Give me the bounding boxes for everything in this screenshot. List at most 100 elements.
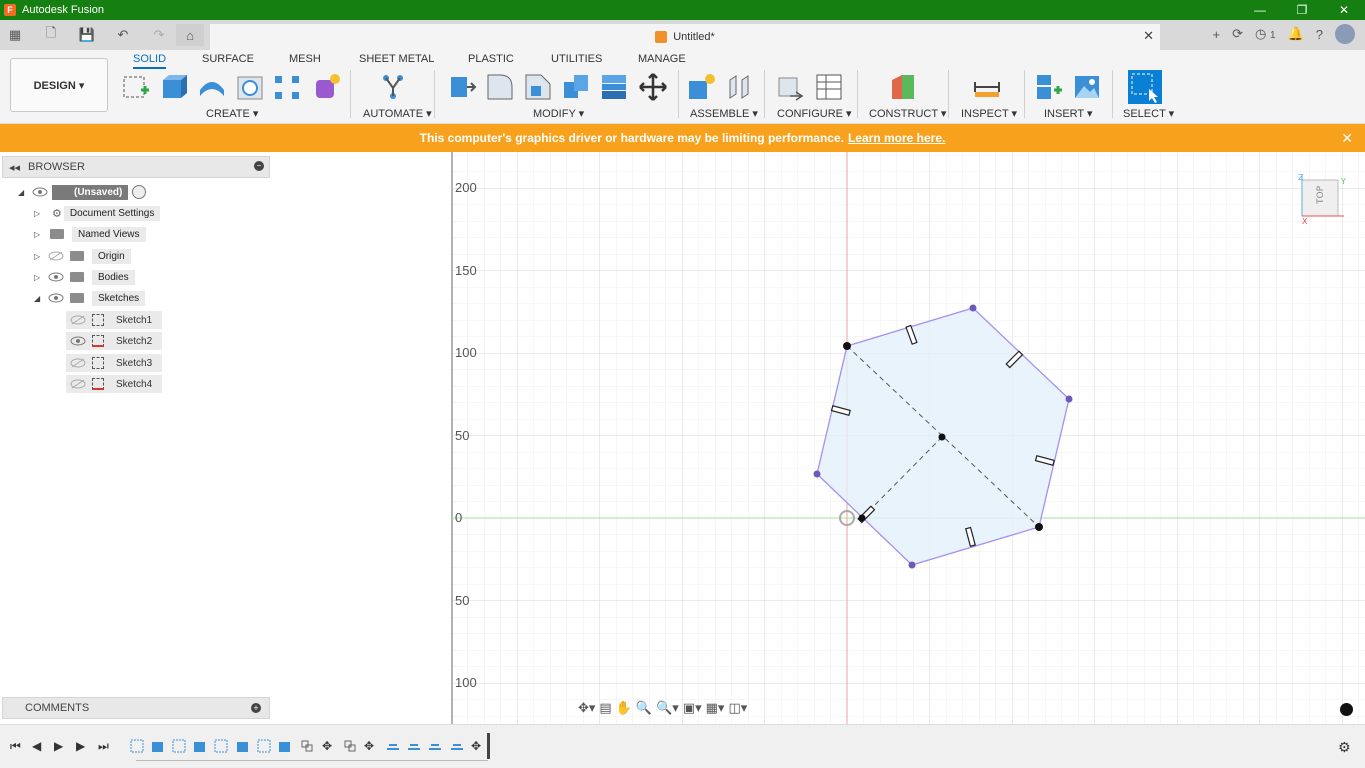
assemble-menu[interactable]: ASSEMBLE ▾: [690, 107, 758, 120]
display-settings-icon[interactable]: ▣▾: [683, 700, 702, 716]
browser-item-named-views[interactable]: ▷ Named Views: [34, 225, 146, 243]
offset-plane-icon[interactable]: [888, 72, 918, 102]
expand-icon[interactable]: ▷: [34, 252, 44, 261]
design-canvas[interactable]: [0, 152, 1365, 724]
automate-menu[interactable]: AUTOMATE ▾: [363, 107, 432, 120]
timeline-plane-icon[interactable]: [428, 739, 442, 753]
create-sketch-icon[interactable]: [121, 72, 151, 102]
move-copy-icon[interactable]: [638, 72, 668, 102]
configure-menu[interactable]: CONFIGURE ▾: [777, 107, 852, 120]
hole-icon[interactable]: [235, 72, 265, 102]
hidden-eye-icon[interactable]: [70, 379, 86, 389]
timeline-extrude-icon[interactable]: [278, 739, 292, 753]
pattern-icon[interactable]: [272, 72, 302, 102]
configure-icon[interactable]: [776, 72, 806, 102]
automate-icon[interactable]: [378, 72, 408, 102]
timeline-move-icon[interactable]: ✥: [364, 739, 374, 753]
browser-item-sketches[interactable]: ◢ Sketches: [34, 289, 146, 307]
press-pull-icon[interactable]: [447, 72, 477, 102]
view-cube[interactable]: Z Y X TOP: [1296, 172, 1352, 224]
insert-menu[interactable]: INSERT ▾: [1044, 107, 1093, 120]
expand-icon[interactable]: ▷: [34, 230, 44, 239]
hidden-eye-icon[interactable]: [70, 315, 86, 325]
joint-icon[interactable]: [724, 72, 754, 102]
create-form-icon[interactable]: [311, 72, 341, 102]
tab-plastic[interactable]: PLASTIC: [468, 53, 514, 65]
close-window-button[interactable]: ✕: [1323, 0, 1365, 20]
timeline-extrude-icon[interactable]: [236, 739, 250, 753]
sketch-item[interactable]: Sketch3: [66, 354, 162, 372]
zoom-window-icon[interactable]: 🔍▾: [656, 700, 679, 716]
workspace-switcher-button[interactable]: DESIGN ▾: [10, 58, 108, 112]
avatar[interactable]: [1335, 24, 1355, 44]
tab-utilities[interactable]: UTILITIES: [551, 53, 602, 65]
file-menu-icon[interactable]: 🗋: [40, 24, 62, 46]
tab-mesh[interactable]: MESH: [289, 53, 321, 65]
timeline-joint-icon[interactable]: [343, 739, 357, 753]
maximize-button[interactable]: ❐: [1281, 0, 1323, 20]
timeline-sketch-icon[interactable]: [172, 739, 186, 753]
go-to-start-icon[interactable]: ⏮: [10, 739, 21, 754]
browser-item-bodies[interactable]: ▷ Bodies: [34, 268, 135, 286]
timeline-settings-gear-icon[interactable]: ⚙: [1338, 739, 1351, 756]
timeline-move-icon[interactable]: ✥: [471, 739, 481, 753]
activate-radio-icon[interactable]: [132, 185, 147, 199]
new-component-icon[interactable]: [686, 72, 716, 102]
step-forward-icon[interactable]: ▶: [76, 739, 85, 753]
collapse-icon[interactable]: ◢: [18, 188, 28, 197]
collapse-icon[interactable]: ◢: [34, 294, 44, 303]
root-component-label[interactable]: (Unsaved): [52, 184, 129, 200]
sketch-item[interactable]: Sketch2: [66, 332, 162, 350]
select-icon[interactable]: [1127, 69, 1163, 105]
visibility-eye-icon[interactable]: [48, 272, 64, 282]
save-icon[interactable]: 💾: [76, 24, 98, 46]
visibility-eye-icon[interactable]: [32, 187, 48, 197]
fillet-icon[interactable]: [485, 72, 515, 102]
browser-item-document-settings[interactable]: ▷ ⚙ Document Settings: [34, 204, 161, 222]
new-tab-icon[interactable]: +: [1213, 27, 1221, 42]
modify-menu[interactable]: MODIFY ▾: [533, 107, 584, 120]
extensions-icon[interactable]: ⟳: [1232, 26, 1243, 42]
timeline-extrude-icon[interactable]: [193, 739, 207, 753]
timeline-plane-icon[interactable]: [450, 739, 464, 753]
configuration-table-icon[interactable]: [814, 72, 844, 102]
timeline-joint-icon[interactable]: [300, 739, 314, 753]
pan-icon[interactable]: ✋: [616, 700, 632, 716]
browser-root[interactable]: ◢ (Unsaved): [18, 183, 147, 201]
browser-item-origin[interactable]: ▷ Origin: [34, 247, 131, 265]
insert-derive-icon[interactable]: [1034, 72, 1064, 102]
grid-menu-icon[interactable]: ▦: [4, 24, 26, 46]
look-at-icon[interactable]: ▤: [599, 700, 611, 716]
go-to-end-icon[interactable]: ⏭: [98, 739, 109, 754]
expand-icon[interactable]: ▷: [34, 209, 44, 218]
document-tab[interactable]: Untitled* ✕: [210, 24, 1160, 50]
sketch-item[interactable]: Sketch1: [66, 311, 162, 329]
undo-icon[interactable]: ↶: [112, 24, 134, 46]
revolve-icon[interactable]: [197, 72, 227, 102]
texture-icon[interactable]: [1340, 703, 1353, 716]
timeline-move-icon[interactable]: ✥: [322, 739, 332, 753]
step-back-icon[interactable]: ◀: [32, 739, 41, 753]
timeline-plane-icon[interactable]: [407, 739, 421, 753]
comments-panel[interactable]: COMMENTS +: [2, 697, 270, 719]
timeline-sketch-icon[interactable]: [130, 739, 144, 753]
zoom-icon[interactable]: 🔍: [636, 700, 652, 716]
combine-icon[interactable]: [599, 72, 629, 102]
timeline-plane-icon[interactable]: [386, 739, 400, 753]
viewports-icon[interactable]: ◫▾: [728, 700, 747, 716]
tab-sheet-metal[interactable]: SHEET METAL: [359, 53, 434, 65]
create-menu[interactable]: CREATE ▾: [206, 107, 258, 120]
add-comment-icon[interactable]: +: [251, 703, 261, 713]
redo-icon[interactable]: ↷: [148, 24, 170, 46]
learn-more-link[interactable]: Learn more here.: [848, 131, 945, 145]
timeline-sketch-icon[interactable]: [257, 739, 271, 753]
collapse-browser-icon[interactable]: ◂◂: [9, 161, 20, 174]
browser-minimize-icon[interactable]: −: [254, 161, 264, 171]
hidden-eye-icon[interactable]: [70, 358, 86, 368]
visibility-eye-icon[interactable]: [48, 293, 64, 303]
construct-menu[interactable]: CONSTRUCT ▾: [869, 107, 946, 120]
close-tab-icon[interactable]: ✕: [1143, 28, 1154, 44]
job-status-icon[interactable]: ◷ 1: [1255, 26, 1276, 42]
grid-settings-icon[interactable]: ▦▾: [706, 700, 725, 716]
timeline-sketch-icon[interactable]: [214, 739, 228, 753]
